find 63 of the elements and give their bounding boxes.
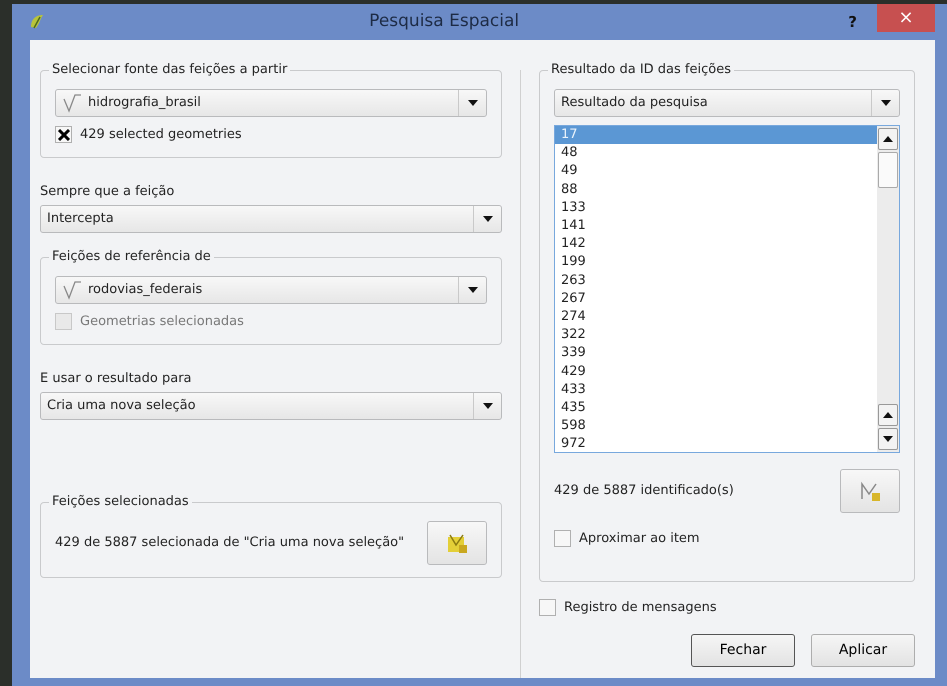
x-mark-icon — [58, 128, 70, 141]
checkbox[interactable] — [554, 530, 571, 548]
list-item[interactable]: 435 — [555, 399, 877, 418]
caret-icon — [468, 100, 478, 106]
up-arrow-icon — [883, 136, 893, 142]
list-item[interactable]: 274 — [555, 308, 877, 326]
checkbox-label[interactable]: Aproximar ao item — [579, 529, 700, 548]
list-item[interactable]: 142 — [555, 235, 877, 254]
dropdown[interactable]: rodovias_federais — [55, 276, 487, 304]
list-item[interactable]: 598 — [555, 417, 877, 436]
list-item[interactable]: 88 — [555, 180, 877, 199]
app-logo-icon — [28, 13, 46, 31]
dialog-button[interactable]: Aplicar — [811, 634, 915, 666]
down-arrow-icon — [883, 436, 893, 442]
checkbox-label[interactable]: Registro de mensagens — [564, 598, 717, 618]
dropdown[interactable]: hidrografia_brasil — [55, 89, 487, 117]
dropdown-value: Cria uma nova seleção — [47, 397, 196, 416]
list-item[interactable]: 141 — [555, 217, 877, 236]
list-item[interactable]: 322 — [555, 326, 877, 344]
dropdown-value: Intercepta — [47, 210, 114, 228]
group-title: Selecionar fonte das feições a partir — [49, 61, 290, 79]
list-item[interactable]: 263 — [555, 272, 877, 290]
list-item[interactable]: 49 — [555, 162, 877, 181]
list-item[interactable]: 199 — [555, 253, 877, 272]
dropdown[interactable]: Resultado da pesquisa — [554, 89, 900, 117]
caret-icon — [468, 287, 478, 293]
up-arrow-icon — [883, 412, 893, 418]
zoom-to-feature-button[interactable] — [840, 469, 900, 513]
list-item[interactable]: 972 — [555, 435, 877, 452]
list-item[interactable]: 339 — [555, 344, 877, 363]
result-count: 429 de 5887 identificado(s) — [554, 482, 734, 500]
checkbox[interactable] — [55, 126, 72, 144]
dialog-button[interactable]: Fechar — [691, 634, 795, 666]
layer-name: rodovias_federais — [88, 281, 202, 300]
checkbox[interactable] — [539, 599, 556, 616]
checkbox-label[interactable]: 429 selected geometries — [80, 125, 242, 144]
line-layer-icon — [62, 93, 84, 113]
scroll-thumb[interactable] — [878, 152, 898, 188]
field-label: Sempre que a feição — [40, 182, 176, 200]
id-list[interactable]: 17 48 49 88 133 141 142 199 263 267 274 322 339 429 433 435 598 972 — [554, 125, 900, 453]
close-button[interactable]: × — [877, 4, 935, 32]
help-button[interactable]: ? — [842, 10, 863, 34]
line-layer-icon — [62, 280, 84, 300]
caret-icon — [482, 403, 492, 409]
layer-name: hidrografia_brasil — [88, 94, 201, 112]
list-item[interactable]: 267 — [555, 290, 877, 308]
dropdown[interactable]: Cria uma nova seleção — [40, 392, 502, 420]
scroll-button[interactable] — [878, 128, 898, 150]
scroll-button[interactable] — [878, 428, 898, 450]
select-features-button[interactable] — [427, 521, 487, 565]
list-item[interactable]: 429 — [555, 362, 877, 381]
dropdown[interactable]: Intercepta — [40, 205, 502, 233]
scroll-button[interactable] — [878, 404, 898, 426]
list-item[interactable]: 133 — [555, 198, 877, 218]
selection-summary: 429 de 5887 selecionada de "Cria uma nova seleção" — [55, 534, 404, 552]
field-label: E usar o resultado para — [40, 370, 192, 388]
scrollbar[interactable] — [877, 126, 899, 452]
caret-icon — [482, 216, 492, 222]
dropdown-value: Resultado da pesquisa — [561, 94, 708, 112]
window-title: Pesquisa Espacial — [368, 10, 520, 34]
list-item[interactable]: 433 — [555, 380, 877, 400]
list-item[interactable]: 48 — [555, 144, 877, 162]
caret-icon — [880, 100, 890, 106]
